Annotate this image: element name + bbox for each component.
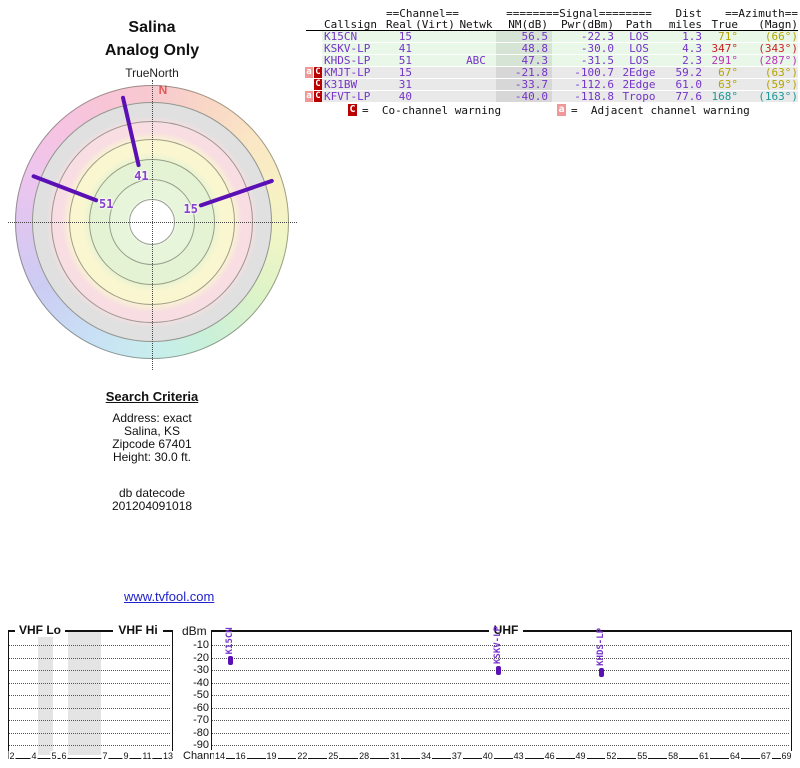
adjacent-warning-badge: a (305, 91, 313, 102)
y-tick-label: -20 (193, 651, 209, 664)
cell-magn: (163°) (758, 90, 798, 103)
cell-callsign: KFVT-LP (324, 90, 371, 103)
adjacent-warning-badge: a (305, 67, 313, 78)
channel-tick-label: 14 (213, 751, 227, 761)
channel-tick-label: 34 (419, 751, 433, 761)
channel-tick-label: 46 (543, 751, 556, 761)
y-tick-label: -70 (193, 714, 209, 726)
cell-real: 40 (398, 90, 412, 103)
vhf-panel (8, 630, 173, 759)
db-datecode-value: 201204091018 (111, 499, 193, 513)
channel-tick-label: 19 (265, 751, 278, 761)
signal-point-KHDS-LP (599, 667, 605, 677)
spoke-channel-label: 51 (99, 197, 114, 212)
y-tick-label: -60 (193, 701, 209, 714)
channel-tick-label: 9 (122, 751, 130, 761)
cell-virt (414, 91, 456, 103)
cochannel-warning-badge: C (314, 91, 322, 102)
cochannel-warning-badge: C (314, 67, 322, 78)
point-callsign-label: K15CN (225, 627, 236, 655)
cell-netwk (458, 31, 494, 43)
y-tick-label: -90 (193, 739, 209, 751)
cell-virt (414, 79, 456, 91)
channel-tick-label: 6 (60, 751, 68, 761)
tvfool-link[interactable]: www.tvfool.com (124, 589, 214, 604)
channel-tick-label: 58 (667, 751, 680, 761)
cell-miles: 77.6 (675, 90, 703, 103)
channel-tick-label: 13 (161, 751, 175, 761)
search-criteria-title: Search Criteria (105, 389, 199, 404)
spoke-channel-label: 41 (134, 169, 149, 184)
channel-tick-label: 11 (141, 751, 153, 761)
cell-pwr: -118.8 (574, 90, 614, 103)
y-tick-label: -80 (193, 726, 209, 739)
channel-tick-label: 4 (30, 751, 38, 761)
channel-tick-label: 69 (780, 751, 793, 761)
point-callsign-label: KHDS-LP (596, 627, 607, 666)
cell-netwk (458, 67, 494, 79)
channel-tick-label: 25 (327, 751, 340, 761)
channel-tick-label: 22 (296, 751, 309, 761)
search-criteria-line: Height: 30.0 ft. (112, 450, 192, 464)
channel-tick-label: 28 (358, 751, 371, 761)
signal-point-KSKV-LP (496, 666, 502, 675)
cell-netwk: ABC (466, 54, 486, 67)
cell-virt (414, 67, 456, 79)
channel-tick-label: 52 (605, 751, 618, 761)
channel-tick-label: 55 (636, 751, 649, 761)
channel-tick-label: 16 (234, 751, 247, 761)
cell-virt (414, 55, 456, 67)
channel-tick-label: 5 (50, 751, 58, 761)
adjacent-warning-icon: a (557, 104, 566, 116)
channel-tick-label: 7 (101, 751, 109, 761)
channel-tick-label: 64 (728, 751, 742, 761)
channel-tick-label: 31 (389, 751, 402, 761)
cell-virt (414, 31, 456, 43)
cell-nm: -40.0 (514, 90, 548, 103)
channel-tick-label: 2 (8, 751, 16, 761)
channel-tick-label: 37 (450, 751, 463, 761)
cell-netwk (458, 79, 494, 91)
spoke-channel-label: 15 (183, 201, 198, 216)
band-label-vhf-hi: VHF Hi (113, 624, 163, 637)
tvfool-report: Salina Analog Only TrueNorth N 41 51 15 ==… (0, 0, 800, 768)
channel-tick-label: 49 (574, 751, 587, 761)
ring-outline (15, 85, 289, 359)
cochannel-warning-badge: C (314, 79, 322, 90)
y-tick-label: -30 (193, 664, 209, 676)
search-criteria: Search Criteria Address: exact Salina, K… (52, 390, 252, 513)
channel-tick-label: 61 (698, 751, 711, 761)
y-axis-label: dBm (182, 624, 207, 638)
cell-netwk (458, 91, 494, 103)
band-label-vhf-lo: VHF Lo (15, 624, 65, 637)
cochannel-warning-icon: C (348, 104, 357, 116)
point-callsign-label: KSKV-LP (493, 626, 504, 664)
channel-tick-label: 67 (759, 751, 772, 761)
signal-point-K15CN (228, 656, 234, 666)
table-row: a C KFVT-LP 40 -40.0 -118.8 Tropo 77.6 168° (163°… (0, 91, 800, 103)
cell-path: Tropo (622, 90, 656, 103)
cell-true_az: 168° (711, 90, 739, 103)
y-tick-label: -40 (193, 676, 209, 689)
cell-virt (414, 43, 456, 55)
channel-tick-label: 40 (481, 751, 494, 761)
channel-tick-label: 43 (512, 751, 525, 761)
adjacent-warning-label: = Adjacent channel warning (571, 104, 750, 117)
cochannel-warning-label: = Co-channel warning (362, 104, 502, 117)
y-tick-label: -50 (193, 689, 209, 701)
y-tick-label: -10 (193, 639, 209, 651)
